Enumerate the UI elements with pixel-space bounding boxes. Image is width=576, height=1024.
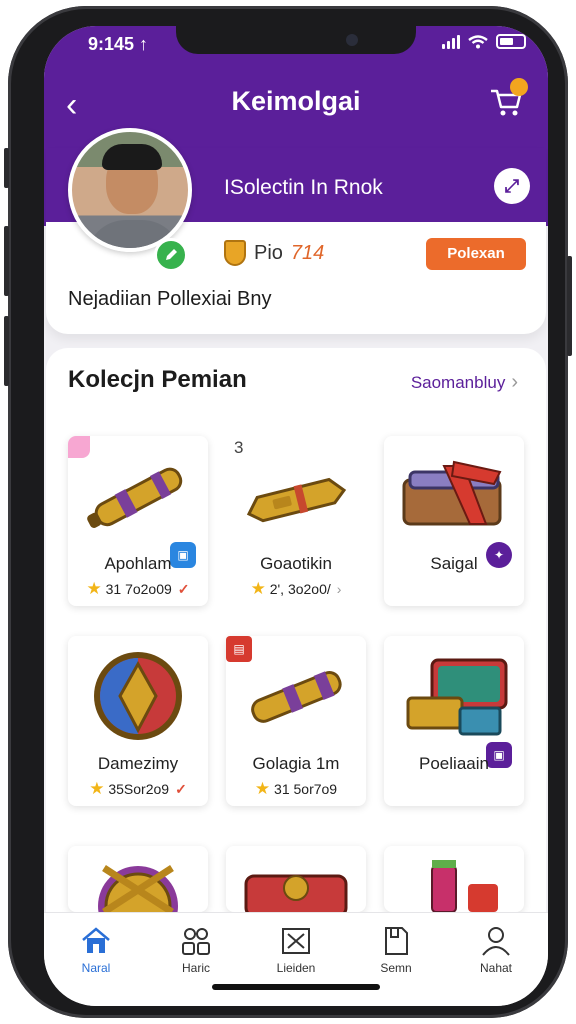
star-icon: ★ xyxy=(86,579,102,598)
book-bundle-icon xyxy=(402,460,502,526)
collection-label: ISolectin In Rnok xyxy=(224,176,383,199)
tab-profile[interactable]: Nahat xyxy=(456,925,536,975)
item-meta: ★ 2', 3o2o0/› xyxy=(250,579,342,598)
check-icon: ✓ xyxy=(175,781,187,797)
users-icon xyxy=(182,928,210,955)
collection-item[interactable]: ▤ Golagia 1m ★ 31 5or7o9 xyxy=(226,636,366,806)
mute-switch xyxy=(4,148,9,188)
star-icon: ★ xyxy=(254,779,271,798)
collection-item[interactable]: ▣ Poeliaain xyxy=(384,636,524,806)
collection-item[interactable]: 3 Goaotikin ★ 2', 3o2o0/› xyxy=(226,436,366,606)
box-icon xyxy=(282,928,310,954)
home-icon xyxy=(82,927,110,953)
item-name: Poeliaain xyxy=(419,754,489,773)
item-name: Damezimy xyxy=(97,754,179,773)
avatar[interactable] xyxy=(68,128,192,252)
see-all-link[interactable]: Saomanbluy › xyxy=(411,371,518,394)
status-time: 9:145 ↑ xyxy=(88,34,149,54)
home-indicator[interactable] xyxy=(212,984,380,990)
volume-up-button xyxy=(4,226,9,296)
signal-icon xyxy=(442,34,460,49)
page-title: Keimolgai xyxy=(231,86,361,116)
share-button[interactable]: ⤢ xyxy=(494,168,530,204)
collection-item[interactable]: Damezimy ★ 35Sor2o9 ✓ xyxy=(68,636,208,806)
expand-icon: ⤢ xyxy=(504,175,520,196)
tab-users[interactable]: Haric xyxy=(156,925,236,975)
user-icon xyxy=(482,927,510,956)
notch xyxy=(176,26,416,54)
check-icon: ✓ xyxy=(177,581,190,597)
item-meta: ★ 31 7o2o09 ✓ xyxy=(86,579,190,598)
emblem-shield-icon xyxy=(94,652,182,740)
phone-frame: 9:145 ↑ ‹ Keimolgai ISolectin In Rnok ⤢ … xyxy=(4,6,572,1018)
edit-avatar-button[interactable] xyxy=(154,238,188,272)
chevron-right-icon: › xyxy=(336,581,342,597)
points-value: 714 xyxy=(290,241,325,264)
crossed-swords-icon xyxy=(98,865,178,912)
tab-home[interactable]: Naral xyxy=(56,925,136,975)
item-meta: ★ 31 5or7o9 xyxy=(254,779,338,798)
power-button xyxy=(567,256,572,356)
collection-item[interactable]: ✦ Saigal xyxy=(384,436,524,606)
collection-item[interactable]: ▣ Apohlam ★ 31 7o2o09 ✓ xyxy=(68,436,208,606)
star-icon: ★ xyxy=(89,779,105,798)
cart-button[interactable] xyxy=(488,78,528,120)
tab-label: Nahat xyxy=(479,961,513,975)
tab-label: Lieiden xyxy=(276,961,316,975)
item-name: Saigal xyxy=(430,554,478,573)
screen: 9:145 ↑ ‹ Keimolgai ISolectin In Rnok ⤢ … xyxy=(44,26,548,1006)
tab-label: Naral xyxy=(81,961,111,975)
document-icon xyxy=(385,927,408,955)
cart-badge xyxy=(510,78,528,96)
collection-title: Kolecjn Pemian xyxy=(68,366,247,393)
volume-down-button xyxy=(4,316,9,386)
collection-item[interactable] xyxy=(68,846,208,912)
points-display: Pio 714 xyxy=(224,240,324,266)
golden-bar-icon xyxy=(246,477,347,523)
tab-box[interactable]: Lieiden xyxy=(256,925,336,975)
chevron-right-icon: › xyxy=(511,371,518,393)
battery-icon xyxy=(496,34,526,49)
star-icon: ★ xyxy=(250,579,266,598)
wifi-icon xyxy=(468,34,488,48)
item-name: Golagia 1m xyxy=(252,754,340,773)
red-chest-icon xyxy=(244,874,348,912)
see-all-label: Saomanbluy xyxy=(410,373,506,392)
tab-label: Haric xyxy=(181,961,210,975)
golden-scroll-icon xyxy=(87,467,183,528)
profile-action-button[interactable]: Polexan xyxy=(426,238,526,270)
status-icons xyxy=(442,34,526,49)
tab-label: Semn xyxy=(380,961,412,975)
profile-bio: Nejadiian Pollexiai Bny xyxy=(68,288,272,310)
bottom-tab-bar: Naral Haric Lieiden Semn Nahat xyxy=(44,912,548,1006)
pencil-icon xyxy=(166,249,177,260)
collection-item[interactable] xyxy=(226,846,366,912)
potion-bottles-icon xyxy=(431,860,498,912)
collection-item[interactable] xyxy=(384,846,524,912)
tab-document[interactable]: Semn xyxy=(356,925,436,975)
item-name: Goaotikin xyxy=(260,554,332,573)
treasure-chest-icon xyxy=(406,658,508,736)
item-name: Apohlam xyxy=(104,554,172,573)
shield-icon xyxy=(224,240,246,266)
golden-scroll-icon xyxy=(251,671,342,723)
item-meta: ★ 35Sor2o9 ✓ xyxy=(89,779,187,798)
points-prefix: Pio xyxy=(254,241,283,264)
